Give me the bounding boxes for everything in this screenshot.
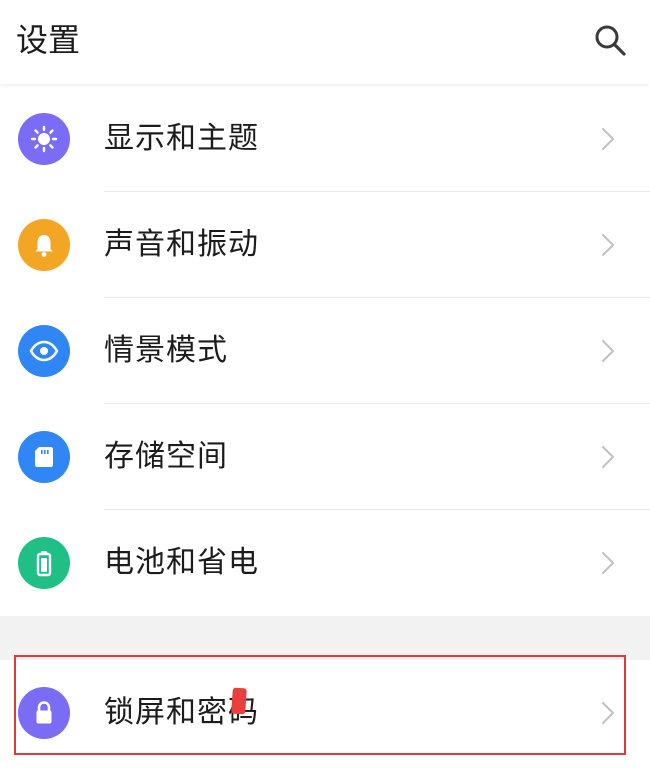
chevron-right-icon	[601, 445, 615, 469]
red-mark	[231, 687, 247, 715]
settings-item-storage[interactable]: 存储空间	[0, 404, 650, 510]
chevron-right-icon	[601, 233, 615, 257]
bell-icon	[18, 219, 70, 271]
sd-card-icon	[18, 431, 70, 483]
settings-item-display-theme[interactable]: 显示和主题	[0, 86, 650, 192]
chevron-right-icon	[601, 551, 615, 575]
chevron-right-icon	[601, 701, 615, 725]
settings-item-label: 显示和主题	[104, 121, 259, 156]
settings-list: 显示和主题 声音和振动 情景模式 存储空间 电池和省电 锁屏和密码	[0, 86, 650, 766]
settings-item-label: 情景模式	[104, 333, 228, 368]
page-title: 设置	[16, 21, 81, 59]
settings-item-label: 存储空间	[104, 439, 228, 474]
battery-icon	[18, 537, 70, 589]
settings-item-sound-vibration[interactable]: 声音和振动	[0, 192, 650, 298]
settings-item-lock-password[interactable]: 锁屏和密码	[0, 660, 650, 766]
chevron-right-icon	[601, 127, 615, 151]
lock-icon	[18, 687, 70, 739]
brightness-icon	[18, 113, 70, 165]
search-button[interactable]	[590, 20, 630, 60]
search-icon	[595, 25, 626, 56]
section-gap	[0, 616, 650, 660]
chevron-right-icon	[601, 339, 615, 363]
settings-item-battery[interactable]: 电池和省电	[0, 510, 650, 616]
settings-item-label: 电池和省电	[104, 545, 259, 580]
settings-item-label: 声音和振动	[104, 227, 259, 262]
eye-icon	[18, 325, 70, 377]
app-header: 设置	[0, 0, 650, 84]
settings-item-scene-mode[interactable]: 情景模式	[0, 298, 650, 404]
